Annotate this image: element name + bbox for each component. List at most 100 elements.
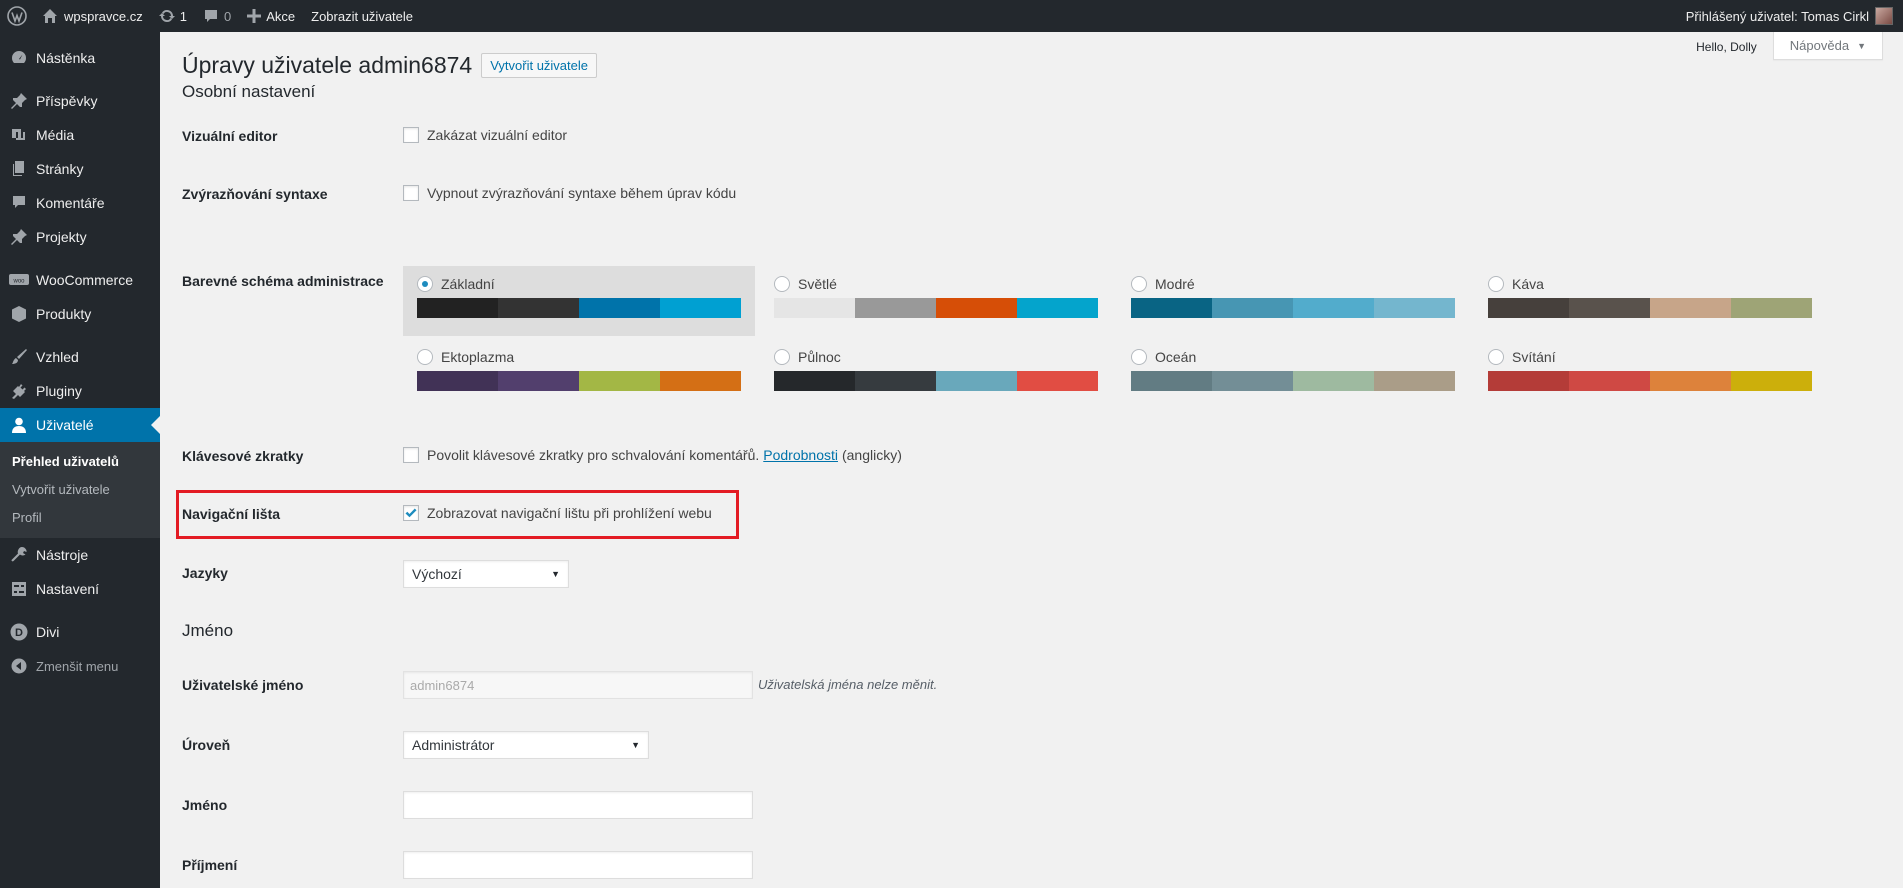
menu-item-plugins[interactable]: Pluginy [0, 374, 160, 408]
scheme-radio[interactable] [1488, 276, 1504, 292]
color-swatch [855, 298, 936, 318]
view-user-link[interactable]: Zobrazit uživatele [303, 0, 421, 32]
menu-item-dashboard[interactable]: Nástěnka [0, 41, 160, 75]
screen-meta: Hello, Dolly Nápověda ▼ [1696, 32, 1883, 60]
color-swatch [1212, 371, 1293, 391]
updates-count: 1 [179, 8, 187, 24]
language-value: Výchozí [412, 566, 462, 582]
username-input: admin6874 [403, 671, 753, 699]
scheme-radio[interactable] [1488, 349, 1504, 365]
menu-label: Příspěvky [36, 93, 98, 109]
color-swatch [417, 371, 498, 391]
color-swatch [1374, 298, 1455, 318]
menu-label: Stránky [36, 161, 84, 177]
color-swatch [1293, 371, 1374, 391]
visual-editor-checkbox[interactable] [403, 127, 419, 143]
scheme-option[interactable]: Světlé [760, 266, 1112, 336]
menu-item-comments[interactable]: Komentáře [0, 186, 160, 220]
menu-item-woocommerce[interactable]: woo WooCommerce [0, 263, 160, 297]
color-swatch [855, 371, 936, 391]
menu-item-users[interactable]: Uživatelé [0, 408, 160, 442]
color-swatch [579, 298, 660, 318]
syntax-field: Vypnout zvýrazňování syntaxe během úprav… [403, 185, 736, 201]
comments-link[interactable]: 0 [195, 0, 239, 32]
menu-item-products[interactable]: Produkty [0, 297, 160, 331]
scheme-radio[interactable] [1131, 349, 1147, 365]
submenu-users-overview[interactable]: Přehled uživatelů [0, 448, 160, 476]
collapse-menu-button[interactable]: Zmenšit menu [0, 649, 160, 683]
updates-link[interactable]: 1 [151, 0, 195, 32]
scheme-swatches [417, 298, 741, 318]
scheme-option[interactable]: Oceán [1117, 339, 1469, 409]
new-content-link[interactable]: Akce [239, 0, 303, 32]
updates-icon [158, 8, 175, 24]
site-name-link[interactable]: wpspravce.cz [34, 0, 151, 32]
scheme-option[interactable]: Káva [1474, 266, 1826, 336]
submenu-add-user[interactable]: Vytvořit uživatele [0, 476, 160, 504]
first-name-label: Jméno [182, 797, 228, 813]
page-header: Úpravy uživatele admin6874 Vytvořit uživ… [182, 52, 597, 79]
language-select[interactable]: Výchozí ▼ [403, 560, 569, 588]
username-label: Uživatelské jméno [182, 677, 304, 693]
scheme-radio[interactable] [774, 276, 790, 292]
scheme-swatches [1131, 371, 1455, 391]
menu-label: Nástroje [36, 547, 89, 563]
scheme-swatches [1488, 371, 1812, 391]
scheme-radio[interactable] [774, 349, 790, 365]
role-select[interactable]: Administrátor ▼ [403, 731, 649, 759]
scheme-name: Základní [441, 276, 495, 292]
scheme-radio[interactable] [417, 276, 433, 292]
help-tab-button[interactable]: Nápověda ▼ [1772, 32, 1883, 60]
scheme-radio[interactable] [417, 349, 433, 365]
page-title: Úpravy uživatele admin6874 [182, 52, 473, 78]
menu-item-divi[interactable]: D Divi [0, 615, 160, 649]
toolbar-checkbox[interactable] [403, 505, 419, 521]
user-icon [9, 415, 29, 435]
color-swatch [1488, 298, 1569, 318]
checkmark-icon [405, 508, 417, 518]
color-swatch [579, 371, 660, 391]
submenu-profile[interactable]: Profil [0, 504, 160, 532]
dashboard-icon [9, 48, 29, 68]
shortcuts-checkbox[interactable] [403, 447, 419, 463]
shortcuts-details-link[interactable]: Podrobnosti [763, 447, 838, 463]
shortcuts-text: Povolit klávesové zkratky pro schvalován… [427, 447, 760, 463]
add-user-button[interactable]: Vytvořit uživatele [481, 53, 597, 78]
my-account-link[interactable]: Přihlášený uživatel: Tomas Cirkl [1678, 0, 1903, 32]
menu-label: Vzhled [36, 349, 79, 365]
menu-item-media[interactable]: Média [0, 118, 160, 152]
last-name-input[interactable] [403, 851, 753, 879]
color-swatch [1131, 298, 1212, 318]
menu-item-settings[interactable]: Nastavení [0, 572, 160, 606]
section-name-title: Jméno [182, 621, 234, 640]
wordpress-logo-icon[interactable] [0, 0, 34, 32]
scheme-option[interactable]: Modré [1117, 266, 1469, 336]
settings-icon [9, 579, 29, 599]
comments-count: 0 [223, 8, 232, 24]
menu-item-appearance[interactable]: Vzhled [0, 340, 160, 374]
color-swatch [1650, 371, 1731, 391]
scheme-option[interactable]: Základní [403, 266, 755, 336]
scheme-option[interactable]: Svítání [1474, 339, 1826, 409]
scheme-option[interactable]: Ektoplazma [403, 339, 755, 409]
color-swatch [774, 371, 855, 391]
syntax-checkbox[interactable] [403, 185, 419, 201]
menu-item-projects[interactable]: Projekty [0, 220, 160, 254]
chevron-down-icon: ▼ [631, 740, 640, 750]
first-name-input[interactable] [403, 791, 753, 819]
scheme-name: Modré [1155, 276, 1195, 292]
menu-item-posts[interactable]: Příspěvky [0, 84, 160, 118]
username-description: Uživatelská jména nelze měnit. [758, 677, 938, 692]
menu-label: Nastavení [36, 581, 100, 597]
menu-label: Divi [36, 624, 60, 640]
users-submenu: Přehled uživatelů Vytvořit uživatele Pro… [0, 442, 160, 538]
scheme-option[interactable]: Půlnoc [760, 339, 1112, 409]
color-swatch [1569, 371, 1650, 391]
visual-editor-text: Zakázat vizuální editor [427, 127, 568, 143]
comment-icon [9, 193, 29, 213]
menu-item-pages[interactable]: Stránky [0, 152, 160, 186]
color-swatch [660, 298, 741, 318]
color-swatch [1293, 298, 1374, 318]
scheme-radio[interactable] [1131, 276, 1147, 292]
menu-item-tools[interactable]: Nástroje [0, 538, 160, 572]
